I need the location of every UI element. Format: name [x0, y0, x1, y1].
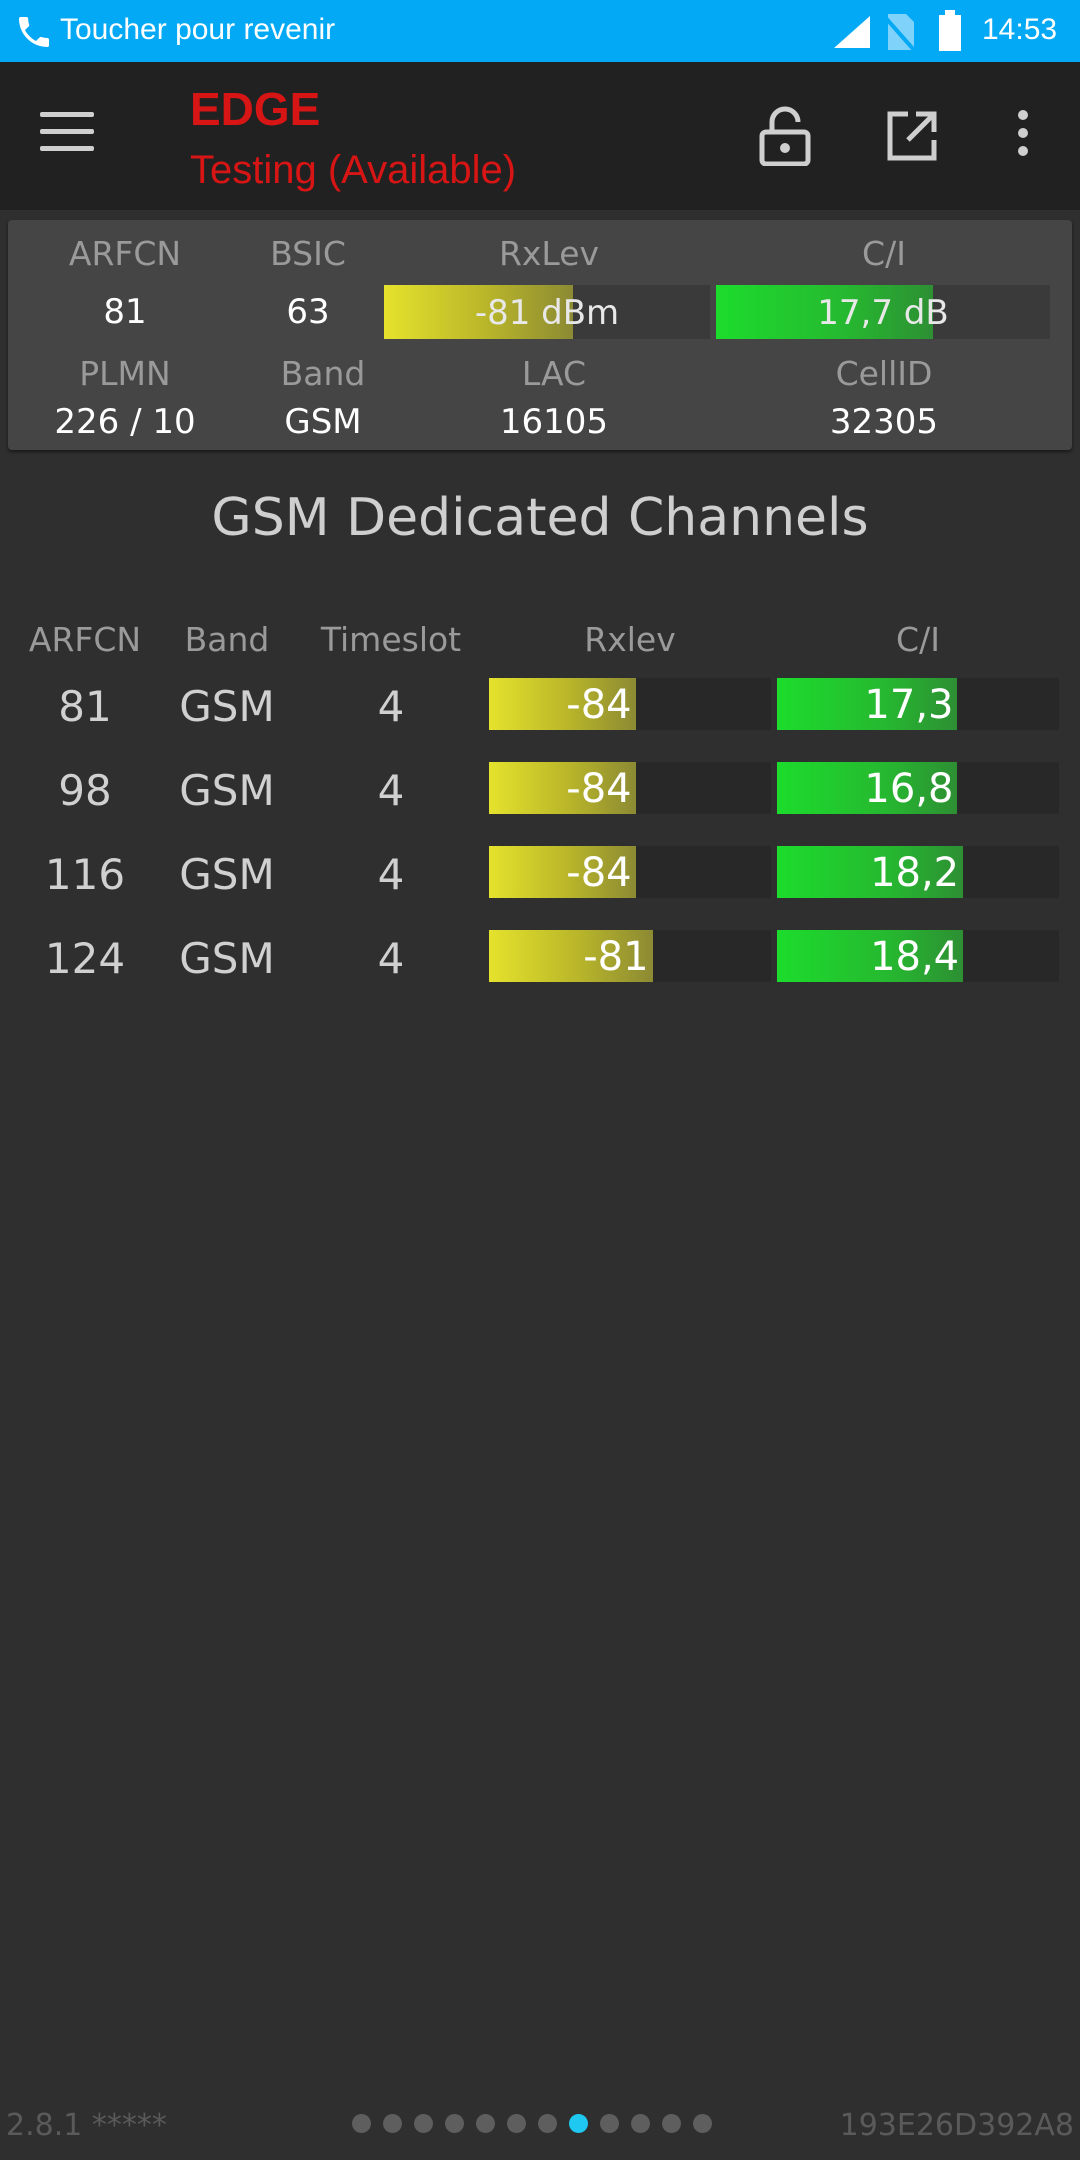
- row-ci-bar: 16,8: [777, 762, 1059, 814]
- row-ci-bar: 17,3: [777, 678, 1059, 730]
- page-dot[interactable]: [662, 2114, 681, 2133]
- row-timeslot: 4: [377, 766, 405, 815]
- row-rxlev-bar: -84: [489, 678, 771, 730]
- rxlev-label: RxLev: [498, 234, 600, 273]
- row-rxlev-bar: -81: [489, 930, 771, 982]
- row-ci-bar: 18,4: [777, 930, 1059, 982]
- ci-bar: 17,7 dB: [716, 285, 1050, 339]
- row-ci-bar: 18,2: [777, 846, 1059, 898]
- row-timeslot: 4: [377, 682, 405, 731]
- page-dot[interactable]: [600, 2114, 619, 2133]
- row-timeslot: 4: [377, 934, 405, 983]
- version-label: 2.8.1 *****: [6, 2108, 167, 2143]
- page-dot[interactable]: [538, 2114, 557, 2133]
- lac-label: LAC: [521, 354, 587, 393]
- more-options-icon[interactable]: [1008, 110, 1038, 166]
- page-dot[interactable]: [445, 2114, 464, 2133]
- cellid-value: 32305: [829, 402, 939, 442]
- row-band: GSM: [179, 850, 275, 899]
- bsic-label: BSIC: [270, 234, 346, 273]
- plmn-value: 226 / 10: [54, 402, 196, 442]
- arfcn-label: ARFCN: [68, 234, 182, 273]
- rxlev-value: -81 dBm: [474, 293, 620, 333]
- rxlev-bar: -81 dBm: [384, 285, 710, 339]
- row-arfcn: 81: [58, 682, 112, 731]
- row-band: GSM: [179, 766, 275, 815]
- status-bar: Toucher pour revenir 14:53: [0, 0, 1080, 62]
- band-value: GSM: [284, 402, 362, 442]
- open-external-icon[interactable]: [886, 110, 938, 162]
- toolbar: EDGE Testing (Available): [0, 62, 1080, 210]
- row-rxlev-value: -84: [566, 850, 632, 896]
- serving-cell-panel: ARFCN BSIC RxLev C/I 81 63 -81 dBm 17,7 …: [8, 220, 1072, 450]
- col-header-timeslot: Timeslot: [320, 620, 462, 659]
- row-ci-value: 16,8: [864, 766, 954, 812]
- row-arfcn: 124: [44, 934, 126, 983]
- page-dot[interactable]: [569, 2114, 588, 2133]
- row-arfcn: 98: [58, 766, 112, 815]
- page-dot[interactable]: [414, 2114, 433, 2133]
- row-rxlev-bar: -84: [489, 762, 771, 814]
- page-dot[interactable]: [352, 2114, 371, 2133]
- col-header-ci: C/I: [896, 620, 940, 659]
- test-status: Testing (Available): [190, 148, 517, 192]
- no-sim-icon: [882, 14, 916, 52]
- bsic-value: 63: [286, 292, 330, 332]
- col-header-rxlev: Rxlev: [584, 620, 676, 659]
- page-dot[interactable]: [476, 2114, 495, 2133]
- clock: 14:53: [982, 13, 1058, 46]
- col-header-band: Band: [184, 620, 270, 659]
- row-ci-value: 18,4: [870, 934, 960, 980]
- row-band: GSM: [179, 934, 275, 983]
- row-arfcn: 116: [44, 850, 126, 899]
- row-band: GSM: [179, 682, 275, 731]
- row-ci-value: 18,2: [870, 850, 960, 896]
- lac-value: 16105: [499, 402, 609, 442]
- ci-label: C/I: [862, 234, 906, 273]
- row-ci-value: 17,3: [864, 682, 954, 728]
- plmn-label: PLMN: [79, 354, 171, 393]
- page-dot[interactable]: [383, 2114, 402, 2133]
- row-rxlev-bar: -84: [489, 846, 771, 898]
- device-id: 193E26D392A8: [839, 2108, 1074, 2143]
- lock-open-icon[interactable]: [758, 106, 812, 166]
- row-timeslot: 4: [377, 850, 405, 899]
- section-title: GSM Dedicated Channels: [211, 488, 869, 548]
- row-rxlev-value: -81: [583, 934, 649, 980]
- page-dot[interactable]: [693, 2114, 712, 2133]
- arfcn-value: 81: [103, 292, 147, 332]
- page-dot[interactable]: [631, 2114, 650, 2133]
- battery-icon: [939, 10, 961, 51]
- band-label: Band: [280, 354, 366, 393]
- page-indicator: [352, 2114, 712, 2133]
- cellid-label: CellID: [835, 354, 933, 393]
- menu-icon[interactable]: [40, 112, 94, 156]
- return-to-call-text[interactable]: Toucher pour revenir: [60, 13, 335, 47]
- row-rxlev-value: -84: [566, 682, 632, 728]
- page-dot[interactable]: [507, 2114, 526, 2133]
- col-header-arfcn: ARFCN: [28, 620, 142, 659]
- phone-icon: [19, 17, 49, 47]
- row-rxlev-value: -84: [566, 766, 632, 812]
- signal-icon: [834, 16, 870, 48]
- technology-label: EDGE: [190, 83, 321, 135]
- ci-value: 17,7 dB: [817, 293, 949, 333]
